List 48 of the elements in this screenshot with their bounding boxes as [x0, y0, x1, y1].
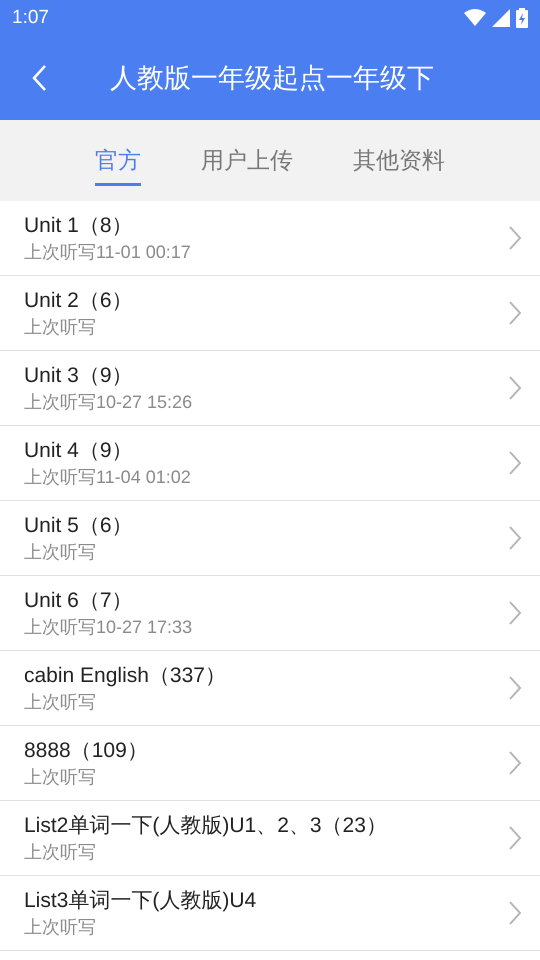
chevron-icon [508, 900, 522, 926]
list-item[interactable]: Unit 3（9） 上次听写10-27 15:26 [0, 351, 540, 426]
item-title: Unit 4（9） [24, 438, 134, 464]
chevron-icon [508, 825, 522, 851]
page-title: 人教版一年级起点一年级下 [109, 62, 434, 95]
item-subtitle: 上次听写 [24, 541, 97, 564]
wifi-icon [464, 9, 486, 27]
list-item[interactable]: Unit 1（8） 上次听写11-01 00:17 [0, 201, 540, 276]
chevron-icon [508, 525, 522, 551]
item-subtitle: 上次听写 [24, 841, 97, 864]
list-item[interactable]: 8888（109） 上次听写 [0, 726, 540, 801]
item-subtitle: 上次听写10-27 17:33 [24, 616, 194, 639]
item-subtitle: 上次听写11-04 01:02 [24, 466, 192, 489]
chevron-icon [508, 600, 522, 626]
item-title: Unit 5（6） [24, 513, 134, 539]
tab[interactable]: 其他资料 [353, 138, 445, 186]
item-subtitle: 上次听写 [24, 316, 97, 339]
item-title: 8888（109） [24, 738, 149, 764]
list-item[interactable]: Unit 2（6） 上次听写 [0, 276, 540, 351]
tab[interactable]: 用户上传 [201, 138, 293, 186]
chevron-icon [508, 675, 522, 701]
item-title: List3单词一下(人教版)U4 [24, 888, 258, 914]
list-item[interactable]: Unit 4（9） 上次听写11-04 01:02 [0, 426, 540, 501]
status-time: 1:07 [12, 6, 49, 30]
back-icon [31, 64, 47, 92]
chevron-icon [508, 225, 522, 251]
item-title: cabin English（337） [24, 663, 227, 689]
item-subtitle: 上次听写 [24, 916, 97, 939]
chevron-icon [508, 450, 522, 476]
item-title: List2单词一下(人教版)U1、2、3（23） [24, 813, 388, 839]
list-item[interactable]: List3单词一下(人教版)U4 上次听写 [0, 876, 540, 951]
list-item[interactable]: Unit 5（6） 上次听写 [0, 501, 540, 576]
chevron-icon [508, 300, 522, 326]
item-title: Unit 6（7） [24, 588, 134, 614]
chevron-icon [508, 375, 522, 401]
signal-icon [492, 9, 510, 27]
item-subtitle: 上次听写11-01 00:17 [24, 241, 192, 264]
battery-icon [516, 8, 528, 28]
chevron-icon [508, 750, 522, 776]
list-item[interactable]: Unit 6（7） 上次听写10-27 17:33 [0, 576, 540, 651]
item-title: Unit 3（9） [24, 363, 134, 389]
item-subtitle: 上次听写10-27 15:26 [24, 391, 194, 414]
item-subtitle: 上次听写 [24, 691, 97, 714]
list-item[interactable]: List2单词一下(人教版)U1、2、3（23） 上次听写 [0, 801, 540, 876]
list-item[interactable]: cabin English（337） 上次听写 [0, 651, 540, 726]
item-title: Unit 2（6） [24, 288, 134, 314]
item-subtitle: 上次听写 [24, 766, 97, 789]
item-title: Unit 1（8） [24, 213, 134, 239]
